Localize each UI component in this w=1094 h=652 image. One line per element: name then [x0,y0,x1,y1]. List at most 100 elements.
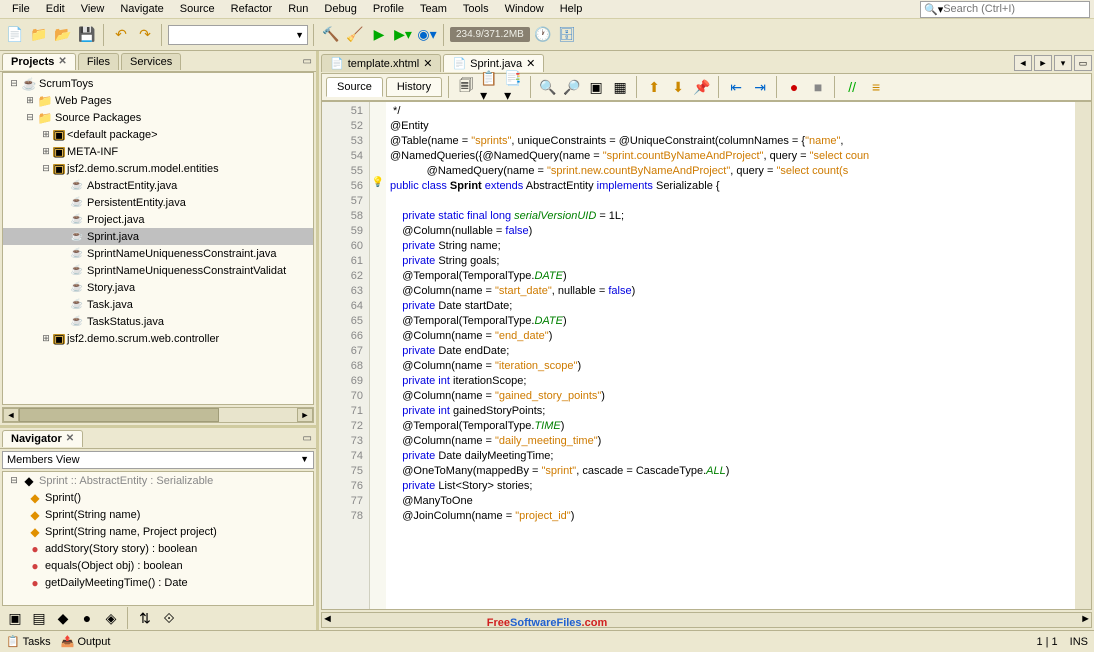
tree-item[interactable]: ⊞▣<default package> [3,126,313,143]
ed-btn-2[interactable]: 📋▾ [479,76,501,98]
output-button[interactable]: 📤 Output [61,635,111,648]
menu-edit[interactable]: Edit [38,1,73,17]
tasks-button[interactable]: 📋 Tasks [6,635,51,648]
menu-file[interactable]: File [4,1,38,17]
close-icon[interactable]: ✕ [423,57,432,70]
server-button[interactable]: 🗄 [556,24,578,46]
nav-item[interactable]: ●getDailyMeetingTime() : Date [3,574,313,591]
menu-window[interactable]: Window [497,1,552,17]
tree-item[interactable]: ⊟▣jsf2.demo.scrum.model.entities [3,160,313,177]
navigator-tree[interactable]: ⊟◆Sprint :: AbstractEntity : Serializabl… [2,471,314,606]
line-gutter[interactable]: 5152535455565758596061626364656667686970… [322,102,370,609]
glyph-gutter[interactable]: 💡 [370,102,386,609]
menu-view[interactable]: View [73,1,113,17]
tab-next[interactable]: ► [1034,55,1052,71]
tab-list[interactable]: ▾ [1054,55,1072,71]
tree-item[interactable]: ⊞▣jsf2.demo.scrum.web.controller [3,330,313,347]
editor-tab[interactable]: 📄template.xhtml✕ [321,54,441,72]
tab-navigator[interactable]: Navigator✕ [2,430,83,447]
tab-source[interactable]: Source [326,77,383,97]
members-view-combo[interactable]: Members View▼ [2,451,314,469]
menu-help[interactable]: Help [552,1,591,17]
memory-usage[interactable]: 234.9/371.2MB [450,27,530,42]
tree-item[interactable]: ⊞▣META-INF [3,143,313,160]
minimize-button[interactable]: ▭ [303,433,312,444]
clean-build-button[interactable]: 🧹 [344,24,366,46]
tree-item[interactable]: ☕SprintNameUniquenessConstraintValidat [3,262,313,279]
tree-item[interactable]: ☕SprintNameUniquenessConstraint.java [3,245,313,262]
project-tree[interactable]: ⊟☕ScrumToys⊞📁Web Pages⊟📁Source Packages⊞… [2,72,314,405]
uncomment[interactable]: ≡ [865,76,887,98]
nav-item[interactable]: ◆Sprint() [3,489,313,506]
tree-item[interactable]: ⊟☕ScrumToys [3,75,313,92]
nav-item[interactable]: ●equals(Object obj) : boolean [3,557,313,574]
nav-item[interactable]: ◆Sprint(String name) [3,506,313,523]
tab-max[interactable]: ▭ [1074,55,1092,71]
menu-team[interactable]: Team [412,1,455,17]
shift-right[interactable]: ⇥ [749,76,771,98]
close-icon[interactable]: ✕ [526,57,535,70]
tab-projects[interactable]: Projects✕ [2,53,76,70]
new-file-button[interactable]: 📄 [4,24,26,46]
config-combo[interactable]: ▼ [168,25,308,45]
profile-button[interactable]: ◉▾ [416,24,438,46]
close-icon[interactable]: ✕ [58,56,66,67]
tab-services[interactable]: Services [121,53,181,70]
ed-btn-1[interactable]: 🗐 [455,76,477,98]
find-sel[interactable]: ▣ [585,76,607,98]
tab-files[interactable]: Files [78,53,119,70]
editor-scrollbar-v[interactable] [1075,102,1091,609]
comment[interactable]: // [841,76,863,98]
nav-filter-4[interactable]: ● [76,607,98,629]
nav-item[interactable]: ●addStory(Story story) : boolean [3,540,313,557]
tree-item[interactable]: ⊞📁Web Pages [3,92,313,109]
tab-prev[interactable]: ◄ [1014,55,1032,71]
prev-bookmark[interactable]: ⬆ [643,76,665,98]
shift-left[interactable]: ⇤ [725,76,747,98]
run-button[interactable]: ▶ [368,24,390,46]
minimize-button[interactable]: ▭ [303,56,312,67]
tab-history[interactable]: History [386,77,442,97]
editor-scrollbar-h[interactable]: ◄► [321,612,1092,628]
search-input[interactable] [943,3,1083,15]
find-prev[interactable]: 🔍 [537,76,559,98]
tree-item[interactable]: ☕Task.java [3,296,313,313]
macro-stop[interactable]: ■ [807,76,829,98]
highlight[interactable]: ▦ [609,76,631,98]
nav-filter-1[interactable]: ▣ [4,607,26,629]
menu-source[interactable]: Source [172,1,223,17]
ed-btn-3[interactable]: 📑▾ [503,76,525,98]
nav-filter-6[interactable]: ⟐ [158,607,180,629]
save-all-button[interactable]: 💾 [76,24,98,46]
quick-search[interactable]: 🔍▾ [920,1,1090,18]
tree-item[interactable]: ⊟📁Source Packages [3,109,313,126]
nav-filter-3[interactable]: ◆ [52,607,74,629]
redo-button[interactable]: ↷ [134,24,156,46]
menu-debug[interactable]: Debug [316,1,364,17]
tree-item[interactable]: ☕AbstractEntity.java [3,177,313,194]
open-button[interactable]: 📂 [52,24,74,46]
tree-item[interactable]: ☕Story.java [3,279,313,296]
menu-profile[interactable]: Profile [365,1,412,17]
nav-filter-2[interactable]: ▤ [28,607,50,629]
menu-refactor[interactable]: Refactor [223,1,281,17]
menu-navigate[interactable]: Navigate [112,1,171,17]
menu-run[interactable]: Run [280,1,316,17]
nav-sort[interactable]: ⇅ [134,607,156,629]
build-button[interactable]: 🔨 [320,24,342,46]
tree-item[interactable]: ☕Project.java [3,211,313,228]
macro-rec[interactable]: ● [783,76,805,98]
debug-button[interactable]: ▶▾ [392,24,414,46]
nav-item[interactable]: ◆Sprint(String name, Project project) [3,523,313,540]
tree-item[interactable]: ☕Sprint.java [3,228,313,245]
tree-item[interactable]: ☕PersistentEntity.java [3,194,313,211]
tree-item[interactable]: ☕TaskStatus.java [3,313,313,330]
undo-button[interactable]: ↶ [110,24,132,46]
new-project-button[interactable]: 📁 [28,24,50,46]
next-bookmark[interactable]: ⬇ [667,76,689,98]
gc-button[interactable]: 🕐 [532,24,554,46]
nav-filter-5[interactable]: ◈ [100,607,122,629]
editor-body[interactable]: 5152535455565758596061626364656667686970… [321,101,1092,610]
menu-tools[interactable]: Tools [455,1,497,17]
find-next[interactable]: 🔎 [561,76,583,98]
